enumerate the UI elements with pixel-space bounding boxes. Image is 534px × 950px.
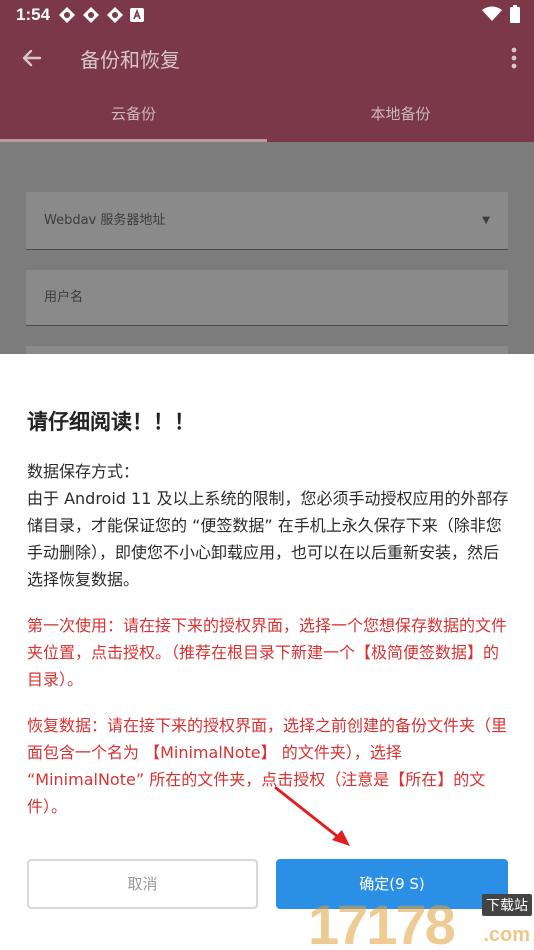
dialog-title: 请仔细阅读！！！ (27, 410, 195, 434)
notification-app-icon (58, 6, 76, 29)
tab-bar: 云备份 本地备份 (0, 86, 534, 142)
status-time: 1:54 (16, 5, 51, 24)
first-use-instructions: 第一次使用：请在接下来的授权界面，选择一个您想保存数据的文件夹位置，点击授权。（… (27, 616, 508, 689)
notification-a-icon (130, 8, 144, 27)
back-arrow-icon[interactable] (18, 44, 46, 72)
tab-cloud-backup[interactable]: 云备份 (0, 86, 267, 142)
watermark-number: 17178 (308, 893, 456, 950)
notification-icons (58, 6, 144, 29)
dropdown-arrow-icon: ▼ (482, 215, 490, 226)
watermark-tag: 下载站 (482, 894, 532, 916)
status-bar: 1:54 (0, 0, 534, 30)
system-status-icons (482, 5, 520, 28)
more-options-icon[interactable] (510, 46, 518, 70)
watermark: 17178 下载站 .com (308, 888, 534, 950)
annotation-arrow-icon (274, 786, 350, 846)
notification-app-icon (106, 6, 124, 29)
notice-dialog: 请仔细阅读！！！ 数据保存方式： 由于 Android 11 及以上系统的限制，… (0, 354, 534, 950)
server-address-placeholder: Webdav 服务器地址 (44, 213, 166, 228)
server-address-dropdown[interactable]: Webdav 服务器地址 ▼ (26, 192, 508, 250)
restore-instructions: 恢复数据：请在接下来的授权界面，选择之前创建的备份文件夹（里面包含一个名为 【M… (27, 716, 508, 816)
page-title: 备份和恢复 (80, 48, 180, 72)
dialog-body: 数据保存方式： 由于 Android 11 及以上系统的限制，您必须手动授权应用… (27, 458, 511, 593)
tab-local-backup[interactable]: 本地备份 (267, 86, 534, 142)
notification-app-icon (82, 6, 100, 29)
battery-icon (510, 5, 520, 28)
backup-form-dimmed: Webdav 服务器地址 ▼ 用户名 (0, 142, 534, 356)
dialog-body-text: 由于 Android 11 及以上系统的限制，您必须手动授权应用的外部存储目录，… (27, 489, 509, 589)
dialog-body-heading: 数据保存方式： (27, 462, 140, 481)
app-bar: 备份和恢复 (0, 30, 534, 86)
watermark-suffix: .com (483, 924, 530, 946)
wifi-icon (482, 6, 502, 27)
username-placeholder: 用户名 (44, 290, 84, 305)
cancel-button[interactable]: 取消 (27, 859, 258, 909)
username-field[interactable]: 用户名 (26, 270, 508, 326)
